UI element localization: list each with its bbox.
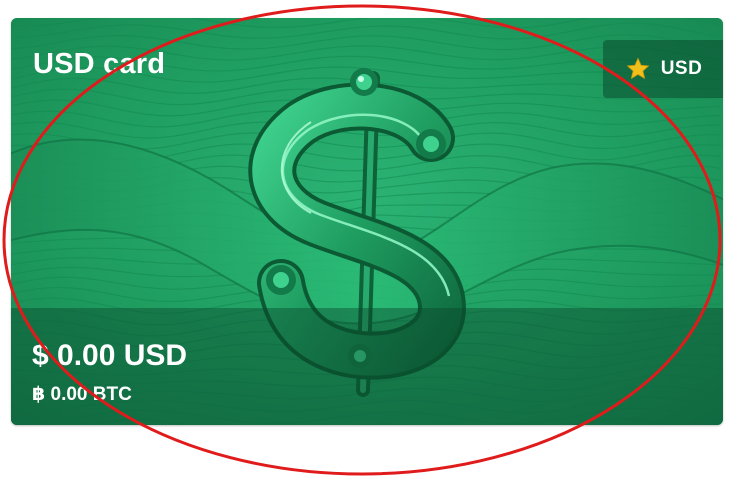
usd-balance: $ 0.00 USD <box>32 339 188 372</box>
screenshot-stage: USD card USD $ 0.00 USD ฿ 0.00 BTC <box>0 0 731 479</box>
balance-panel: $ 0.00 USD ฿ 0.00 BTC <box>11 308 723 425</box>
currency-badge-label: USD <box>660 58 703 79</box>
btc-balance: ฿ 0.00 BTC <box>32 384 132 405</box>
usd-card[interactable]: USD card USD $ 0.00 USD ฿ 0.00 BTC <box>11 18 723 425</box>
star-icon <box>626 57 649 79</box>
currency-badge: USD <box>603 40 723 98</box>
card-title: USD card <box>33 48 166 80</box>
